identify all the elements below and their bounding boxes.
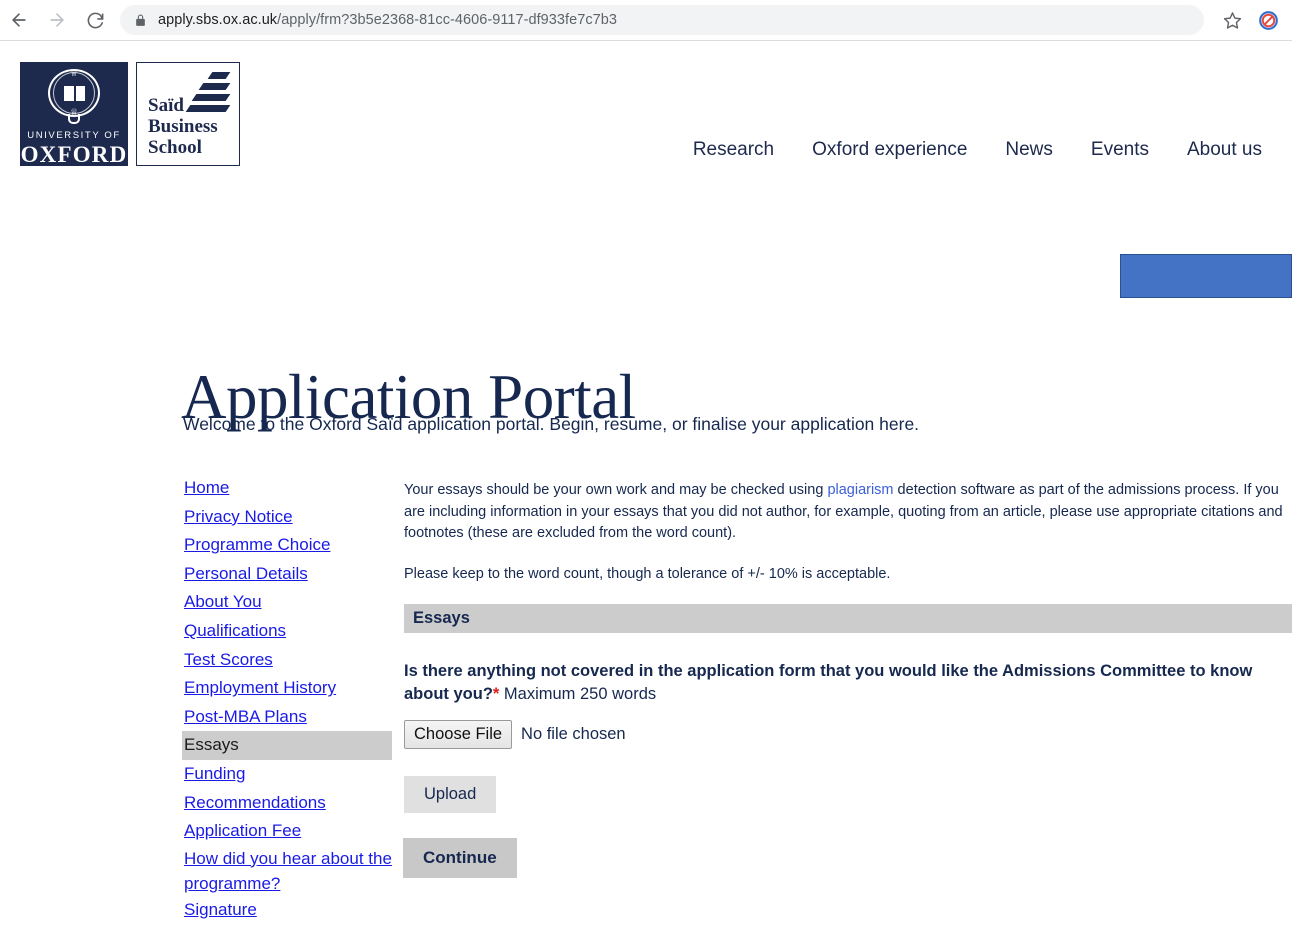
lock-icon [134,14,147,27]
file-chosen-status: No file chosen [521,725,626,743]
sidebar-item-personal-details[interactable]: Personal Details [182,560,392,589]
crest-stem [68,114,80,124]
nav-item-research[interactable]: Research [693,139,774,161]
upload-row: Upload [404,776,1292,838]
file-upload-row: Choose File No file chosen [404,720,1292,749]
sbs-line-1: Saïd [148,95,184,116]
sbs-logo-text: Saïd Business School [148,95,218,158]
sidebar-item-home[interactable]: Home [182,474,392,503]
page-subtitle: Welcome to the Oxford Saïd application p… [183,414,920,434]
plagiarism-link[interactable]: plagiarism [827,482,893,498]
upload-button[interactable]: Upload [404,776,497,813]
sidebar-item-essays[interactable]: Essays [182,731,392,760]
reload-button[interactable] [76,1,114,39]
sidebar-item-application-fee[interactable]: Application Fee [182,817,392,846]
sidebar-item-signature[interactable]: Signature [182,896,392,925]
forward-button[interactable] [38,1,76,39]
section-header-essays: Essays [404,604,1292,633]
oxford-crest-icon: ♕ ♕ [48,68,100,124]
nav-item-news[interactable]: News [1005,139,1053,161]
sbs-line-3: School [148,137,202,158]
sidebar-item-programme-choice[interactable]: Programme Choice [182,531,392,560]
address-bar[interactable]: apply.sbs.ox.ac.uk/apply/frm?3b5e2368-81… [120,5,1204,35]
star-icon[interactable] [1214,2,1250,38]
site-header: ♕ ♕ UNIVERSITY OF OXFORD Saïd Business S… [0,41,1292,196]
back-button[interactable] [0,1,38,39]
sidebar-item-qualifications[interactable]: Qualifications [182,617,392,646]
toolbar-actions [1214,2,1292,38]
sidebar-item-post-mba-plans[interactable]: Post-MBA Plans [182,703,392,732]
sbs-line-2: Business [148,116,218,137]
block-icon[interactable] [1250,2,1286,38]
application-sidebar: Home Privacy Notice Programme Choice Per… [182,474,392,924]
sidebar-item-about-you[interactable]: About You [182,588,392,617]
main-content: Your essays should be your own work and … [403,480,1292,878]
url-path: /apply/frm?3b5e2368-81cc-4606-9117-df933… [277,12,617,28]
crest-book [63,85,85,101]
continue-button[interactable]: Continue [403,838,517,878]
oxford-logo-block: ♕ ♕ UNIVERSITY OF OXFORD [20,62,128,166]
crest-crown-top: ♕ [69,68,79,78]
plagiarism-notice-part1: Your essays should be your own work and … [404,482,828,498]
sidebar-item-how-did-you-hear[interactable]: How did you hear about the programme? [182,846,392,896]
logo-university-name: OXFORD [20,142,128,167]
choose-file-button[interactable]: Choose File [404,720,513,749]
browser-toolbar: apply.sbs.ox.ac.uk/apply/frm?3b5e2368-81… [0,0,1292,41]
section-header-label: Essays [413,609,470,627]
sidebar-item-recommendations[interactable]: Recommendations [182,789,392,818]
url-text: apply.sbs.ox.ac.uk/apply/frm?3b5e2368-81… [158,12,617,28]
nav-item-about-us[interactable]: About us [1187,139,1262,161]
sidebar-item-privacy-notice[interactable]: Privacy Notice [182,503,392,532]
sidebar-item-funding[interactable]: Funding [182,760,392,789]
word-count-note: Please keep to the word count, though a … [404,565,891,582]
nav-item-oxford-experience[interactable]: Oxford experience [812,139,967,161]
sidebar-item-test-scores[interactable]: Test Scores [182,646,392,675]
plagiarism-notice: Your essays should be your own work and … [404,480,1292,545]
main-navigation: Research Oxford experience News Events A… [693,139,1262,161]
said-business-school-logo-block: Saïd Business School [136,62,240,166]
word-limit-hint: Maximum 250 words [499,685,657,703]
url-host: apply.sbs.ox.ac.uk [158,12,278,28]
continue-row: Continue [403,838,1292,878]
sidebar-item-employment-history[interactable]: Employment History [182,674,392,703]
nav-item-events[interactable]: Events [1091,139,1149,161]
site-logo[interactable]: ♕ ♕ UNIVERSITY OF OXFORD Saïd Business S… [20,62,240,166]
account-action-block[interactable] [1120,254,1292,298]
logo-university-line: UNIVERSITY OF [27,130,121,141]
essay-question: Is there anything not covered in the app… [404,660,1288,706]
